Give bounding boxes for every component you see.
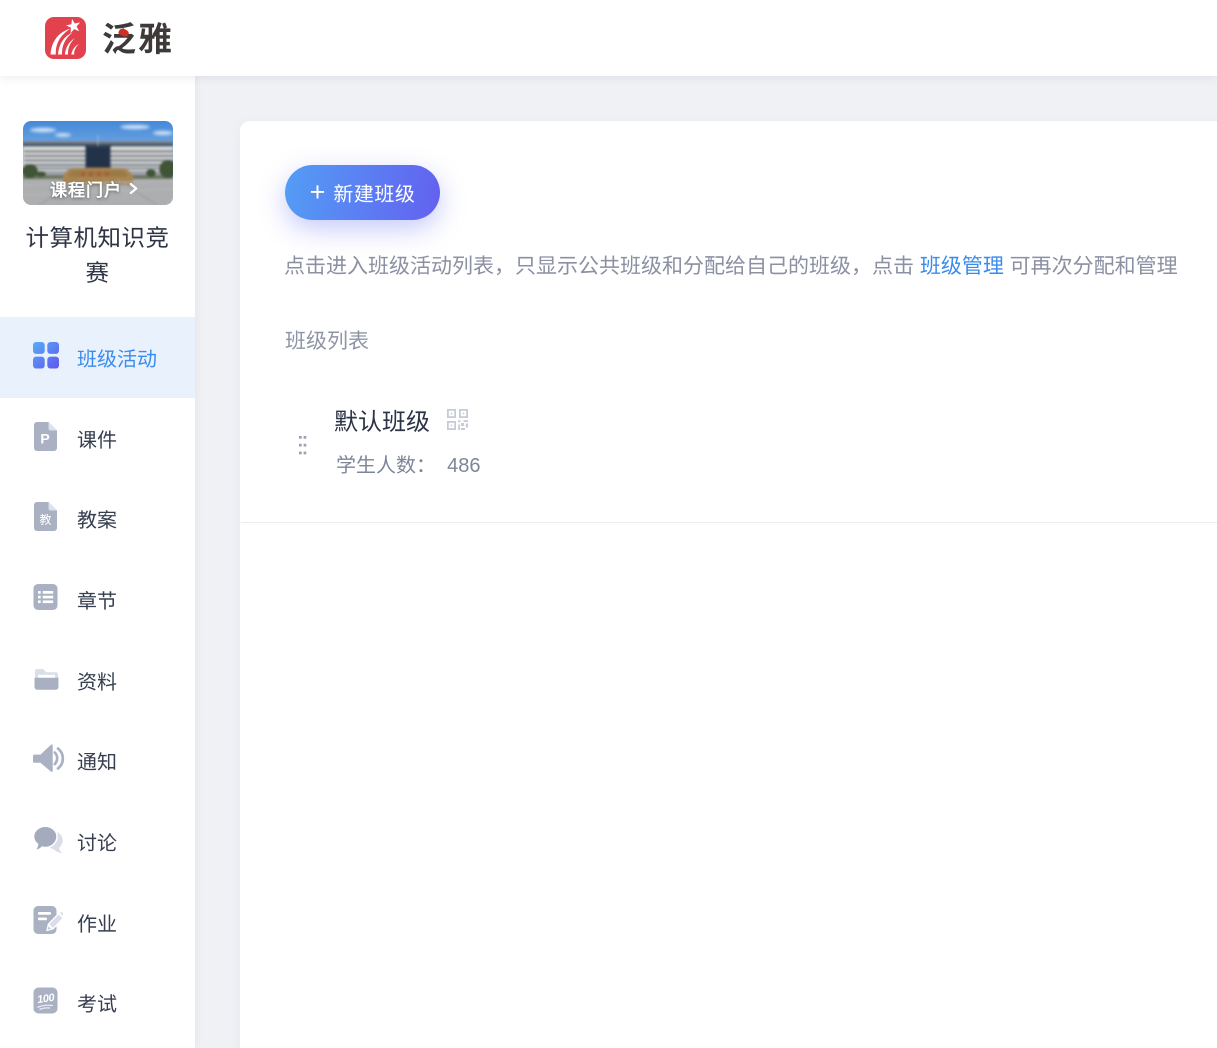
svg-text:教: 教	[39, 511, 51, 528]
svg-text:100: 100	[36, 992, 55, 1006]
svg-text:P: P	[40, 430, 49, 446]
